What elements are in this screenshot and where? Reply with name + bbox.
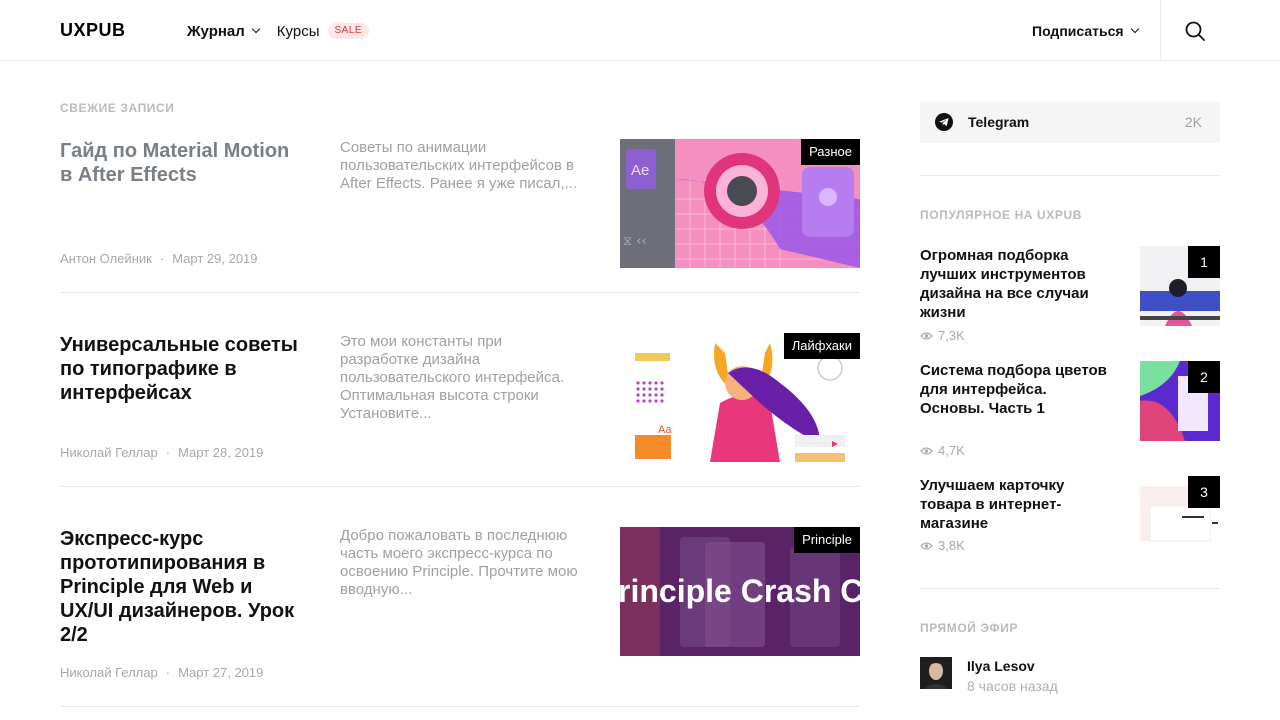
feed-section-title: Свежие записи [60,101,175,115]
post-title[interactable]: Гайд по Material Motion в After Effects [60,139,305,187]
view-count: 3,8K [920,538,965,553]
chevron-down-icon [251,24,261,34]
popular-item: Система подбора цветов для интерфейса. О… [920,361,1220,458]
sidebar-divider [920,588,1220,589]
site-logo[interactable]: UXPUB [60,20,126,40]
post-meta: Николай Геллар · Март 28, 2019 [60,445,263,460]
ae-logo-text: Ae [631,162,649,179]
search-button[interactable] [1184,20,1206,42]
post-title[interactable]: Универсальные советы по типографике в ин… [60,333,305,405]
header-divider [1160,0,1161,61]
post-category-tag[interactable]: Лайфхаки [783,333,860,359]
live-author-name: Ilya Lesov [967,658,1035,674]
post-meta: Антон Олейник · Март 29, 2019 [60,251,258,266]
typography-sample-text: Aa [658,424,672,436]
avatar[interactable] [920,657,952,689]
nav-item-courses[interactable]: Курсы SALE [276,22,370,40]
sidebar-divider [920,175,1220,176]
view-count-value: 4,7K [938,443,965,458]
post-meta: Николай Геллар · Март 27, 2019 [60,665,263,680]
post-category-tag[interactable]: Разное [801,139,860,165]
post-author[interactable]: Николай Геллар [60,665,158,680]
popular-item-thumbnail[interactable]: 1 [1140,246,1220,326]
telegram-link[interactable]: Telegram 2K [920,101,1220,143]
live-section-title: Прямой эфир [920,621,1019,635]
sale-badge: SALE [327,23,370,39]
view-count-value: 7,3K [938,328,965,343]
telegram-label: Telegram [968,114,1030,130]
popular-item-title[interactable]: Огромная подборка лучших инструментов ди… [920,246,1110,322]
eye-icon [920,541,933,550]
popular-item: Огромная подборка лучших инструментов ди… [920,246,1220,343]
post-date: Март 27, 2019 [178,665,264,680]
meta-separator: · [165,665,171,680]
post-title[interactable]: Экспресс-курс прототипирования в Princip… [60,527,305,647]
post-author[interactable]: Антон Олейник [60,251,152,266]
nav-item-label: Курсы [276,22,320,40]
meta-separator: · [159,251,165,266]
popular-section-title: Популярное на UXPUB [920,208,1083,222]
post-excerpt: Советы по анимации пользовательских инте… [340,139,578,192]
popular-item-title[interactable]: Улучшаем карточку товара в интернет-мага… [920,476,1110,533]
subscribe-dropdown[interactable]: Подписаться [1032,20,1139,42]
telegram-icon [935,113,953,131]
post-divider [60,706,860,707]
popular-rank-badge: 1 [1188,246,1220,278]
popular-item-thumbnail[interactable]: 2 [1140,361,1220,441]
post-excerpt: Это мои константы при разработке дизайна… [340,333,565,422]
live-timestamp: 8 часов назад [967,678,1058,694]
eye-icon [920,331,933,340]
nav-item-label: Журнал [187,22,245,40]
popular-rank-badge: 3 [1188,476,1220,508]
main-nav: Журнал Курсы SALE [187,20,370,42]
post-divider [60,486,860,487]
popular-item-title[interactable]: Система подбора цветов для интерфейса. О… [920,361,1110,418]
popular-item-thumbnail[interactable]: 3 [1140,476,1220,556]
post-author[interactable]: Николай Геллар [60,445,158,460]
principle-crash-course-text: rinciple Crash C [620,573,860,609]
avatar-image [920,657,952,689]
view-count: 7,3K [920,328,965,343]
search-icon [1185,21,1205,41]
meta-separator: · [165,445,171,460]
post-thumbnail[interactable]: rinciple Crash C Principle [620,527,860,656]
post-thumbnail[interactable]: Ae ⧖ ‹‹ Разное [620,139,860,268]
telegram-count: 2K [1184,114,1202,130]
svg-text:⧖ ‹‹: ⧖ ‹‹ [623,234,647,249]
post-card: Универсальные советы по типографике в ин… [60,333,860,473]
post-thumbnail[interactable]: Aa Лайфхаки [620,333,860,462]
popular-item: Улучшаем карточку товара в интернет-мага… [920,476,1220,571]
subscribe-label: Подписаться [1032,23,1124,39]
post-card: Гайд по Material Motion в After Effects … [60,139,860,279]
view-count: 4,7K [920,443,965,458]
post-date: Март 28, 2019 [178,445,264,460]
nav-item-journal[interactable]: Журнал [187,22,261,40]
post-divider [60,292,860,293]
popular-rank-badge: 2 [1188,361,1220,393]
view-count-value: 3,8K [938,538,965,553]
eye-icon [920,446,933,455]
post-card: Экспресс-курс прототипирования в Princip… [60,527,860,687]
chevron-down-icon [1130,24,1139,34]
top-header: UXPUB Журнал Курсы SALE Подписаться [0,0,1280,61]
post-category-tag[interactable]: Principle [794,527,860,553]
post-excerpt: Добро пожаловать в последнюю часть моего… [340,527,578,598]
post-date: Март 29, 2019 [172,251,258,266]
